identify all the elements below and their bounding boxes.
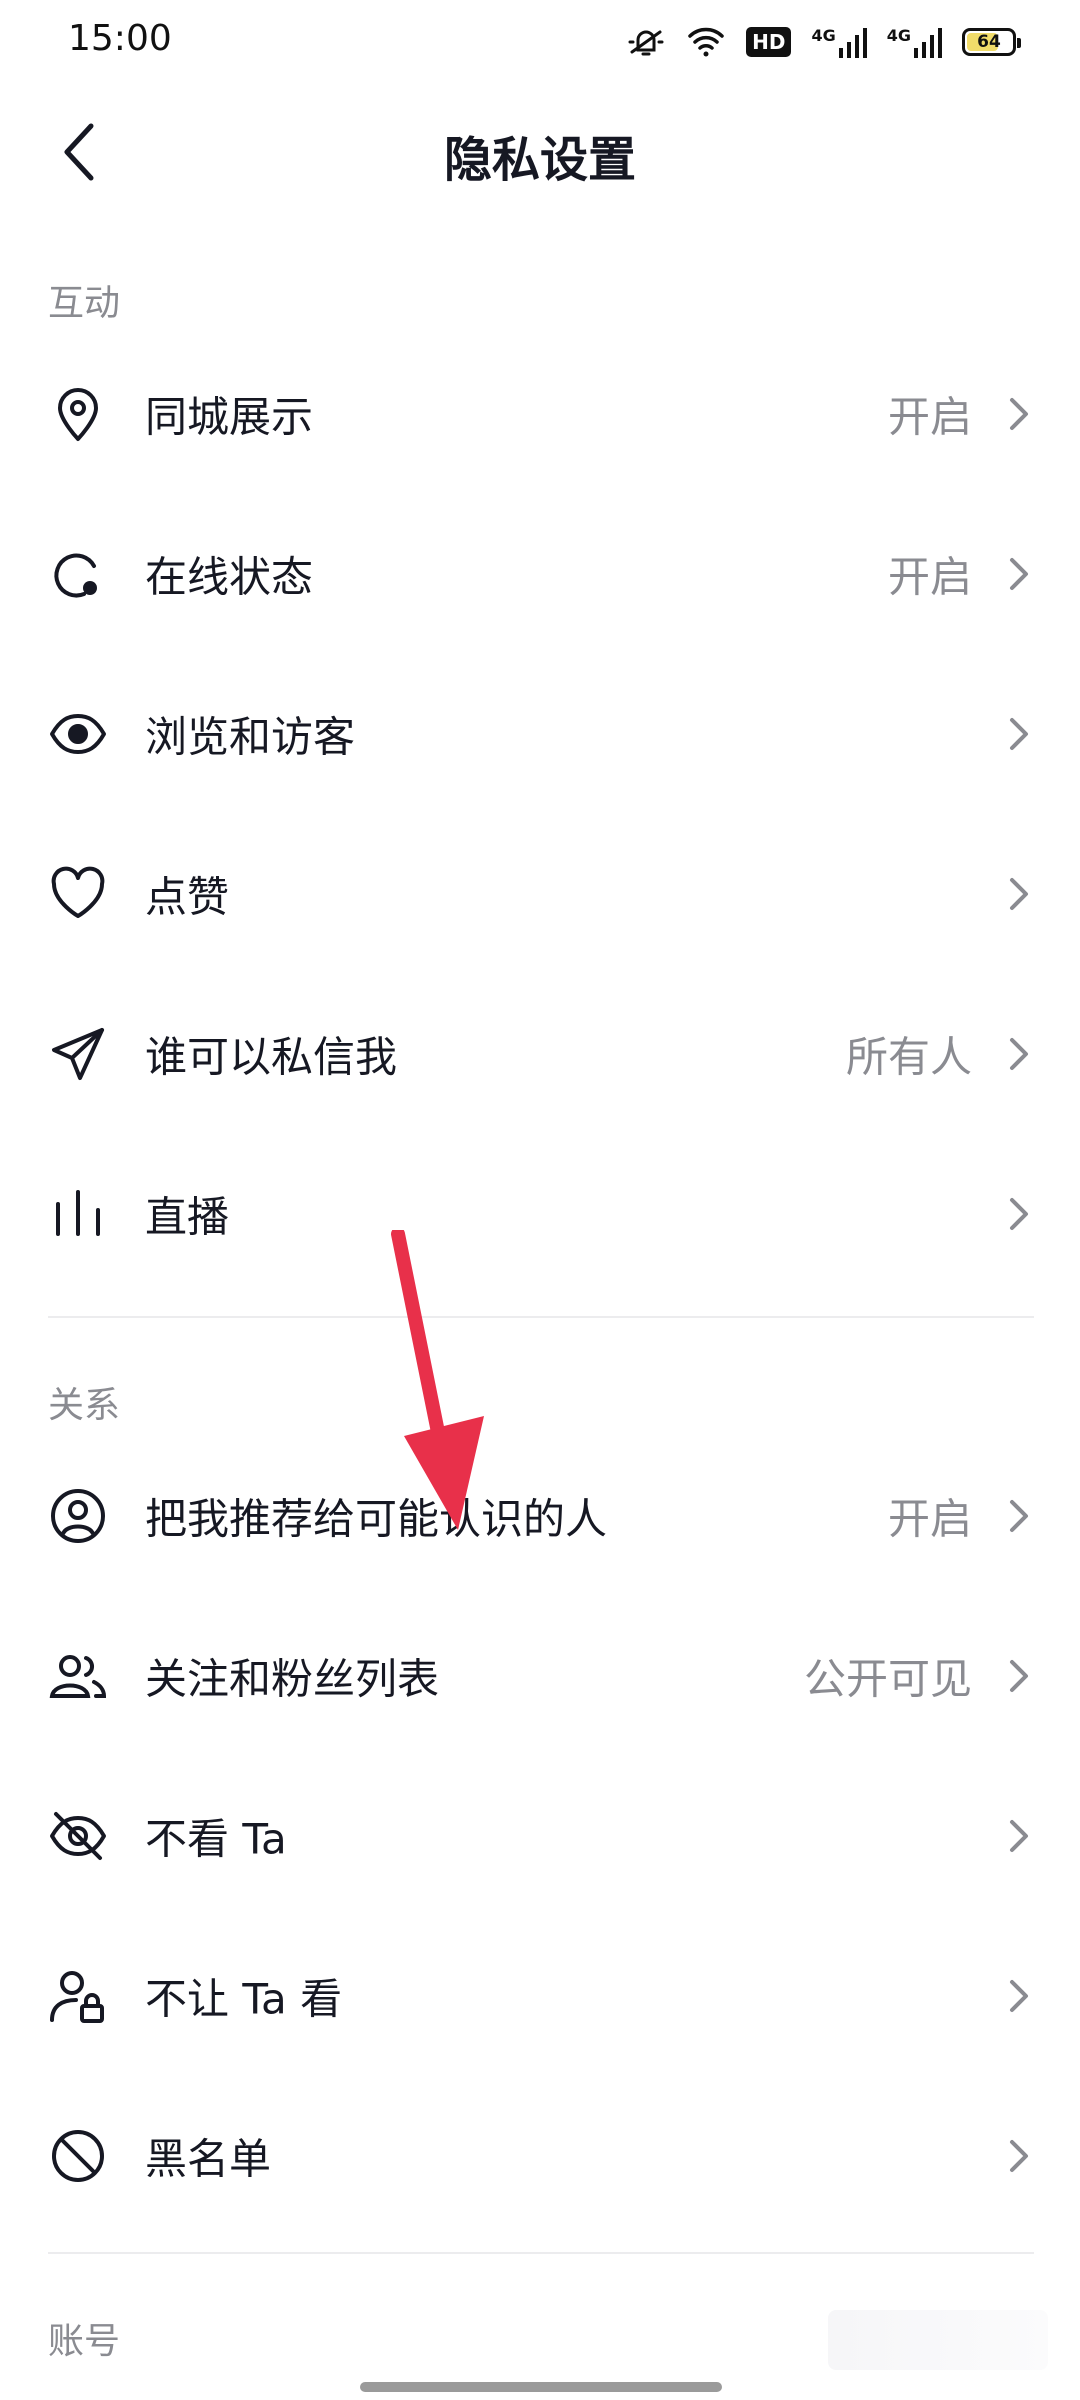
chevron-right-icon <box>996 1654 1040 1698</box>
settings-row-live[interactable]: 直播 <box>0 1134 1080 1294</box>
settings-row-likes[interactable]: 点赞 <box>0 814 1080 974</box>
settings-row-views-visitors[interactable]: 浏览和访客 <box>0 654 1080 814</box>
status-bar: 15:00 HD 4G 4G 64 <box>0 0 1080 80</box>
settings-row-online-status[interactable]: 在线状态 开启 <box>0 494 1080 654</box>
settings-row-who-can-message[interactable]: 谁可以私信我 所有人 <box>0 974 1080 1134</box>
row-value: 开启 <box>887 552 972 602</box>
annotation-arrow-icon <box>391 1230 484 1530</box>
chevron-right-icon <box>996 392 1040 436</box>
heart-icon <box>48 864 108 924</box>
home-indicator[interactable] <box>360 2382 722 2392</box>
row-label: 谁可以私信我 <box>145 1032 398 1082</box>
page-title: 隐私设置 <box>443 132 636 188</box>
row-label: 同城展示 <box>145 392 314 442</box>
section-divider <box>48 1316 1034 1318</box>
row-value: 开启 <box>887 1494 972 1544</box>
row-label: 点赞 <box>145 872 230 922</box>
header: 隐私设置 <box>0 90 1080 210</box>
mute-icon <box>626 22 666 62</box>
chevron-right-icon <box>996 1494 1040 1538</box>
settings-row-hide-their-content[interactable]: 不看 Ta <box>0 1756 1080 1916</box>
chevron-right-icon <box>996 1192 1040 1236</box>
chevron-right-icon <box>996 872 1040 916</box>
chevron-right-icon <box>996 2134 1040 2178</box>
wifi-icon <box>686 24 726 60</box>
user-circle-icon <box>48 1486 108 1546</box>
signal-4g-icon: 4G <box>887 26 942 58</box>
block-icon <box>48 2126 108 2186</box>
row-label: 黑名单 <box>145 2134 272 2184</box>
settings-row-blacklist[interactable]: 黑名单 <box>0 2076 1080 2236</box>
live-bars-icon <box>48 1184 108 1244</box>
network-type-label: 4G <box>886 26 911 45</box>
status-icons: HD 4G 4G 64 <box>626 20 1021 64</box>
users-icon <box>48 1646 108 1706</box>
section-divider <box>48 2252 1034 2254</box>
network-type-label: 4G <box>811 26 836 45</box>
hd-icon: HD <box>746 27 792 57</box>
chevron-right-icon <box>996 1032 1040 1076</box>
settings-row-hide-my-content[interactable]: 不让 Ta 看 <box>0 1916 1080 2076</box>
settings-row-recommend-me[interactable]: 把我推荐给可能认识的人 开启 <box>0 1436 1080 1596</box>
row-value: 开启 <box>887 392 972 442</box>
battery-icon: 64 <box>962 28 1021 56</box>
user-lock-icon <box>48 1966 108 2026</box>
chevron-right-icon <box>996 1814 1040 1858</box>
eye-off-icon <box>48 1806 108 1866</box>
row-label: 直播 <box>145 1192 230 1242</box>
row-label: 把我推荐给可能认识的人 <box>145 1494 608 1544</box>
row-value: 公开可见 <box>803 1654 972 1704</box>
signal-4g-icon: 4G <box>811 26 867 58</box>
status-time: 15:00 <box>68 18 172 59</box>
section-label-account: 账号 <box>48 2321 121 2362</box>
row-label: 关注和粉丝列表 <box>145 1654 440 1704</box>
battery-level: 64 <box>977 32 1001 52</box>
chevron-right-icon <box>996 1974 1040 2018</box>
location-pin-icon <box>48 384 108 444</box>
row-label: 不让 Ta 看 <box>145 1974 343 2024</box>
faint-watermark-area <box>828 2310 1048 2370</box>
online-status-icon <box>48 544 108 604</box>
row-label: 在线状态 <box>145 552 314 602</box>
settings-row-nearby-display[interactable]: 同城展示 开启 <box>0 334 1080 494</box>
row-label: 浏览和访客 <box>145 712 356 762</box>
row-value: 所有人 <box>845 1032 972 1082</box>
row-label: 不看 Ta <box>145 1814 287 1864</box>
eye-icon <box>48 704 108 764</box>
chevron-right-icon <box>996 712 1040 756</box>
settings-row-following-followers[interactable]: 关注和粉丝列表 公开可见 <box>0 1596 1080 1756</box>
section-label-interaction: 互动 <box>48 283 121 324</box>
chevron-right-icon <box>996 552 1040 596</box>
section-label-relations: 关系 <box>48 1385 121 1426</box>
send-message-icon <box>48 1024 108 1084</box>
